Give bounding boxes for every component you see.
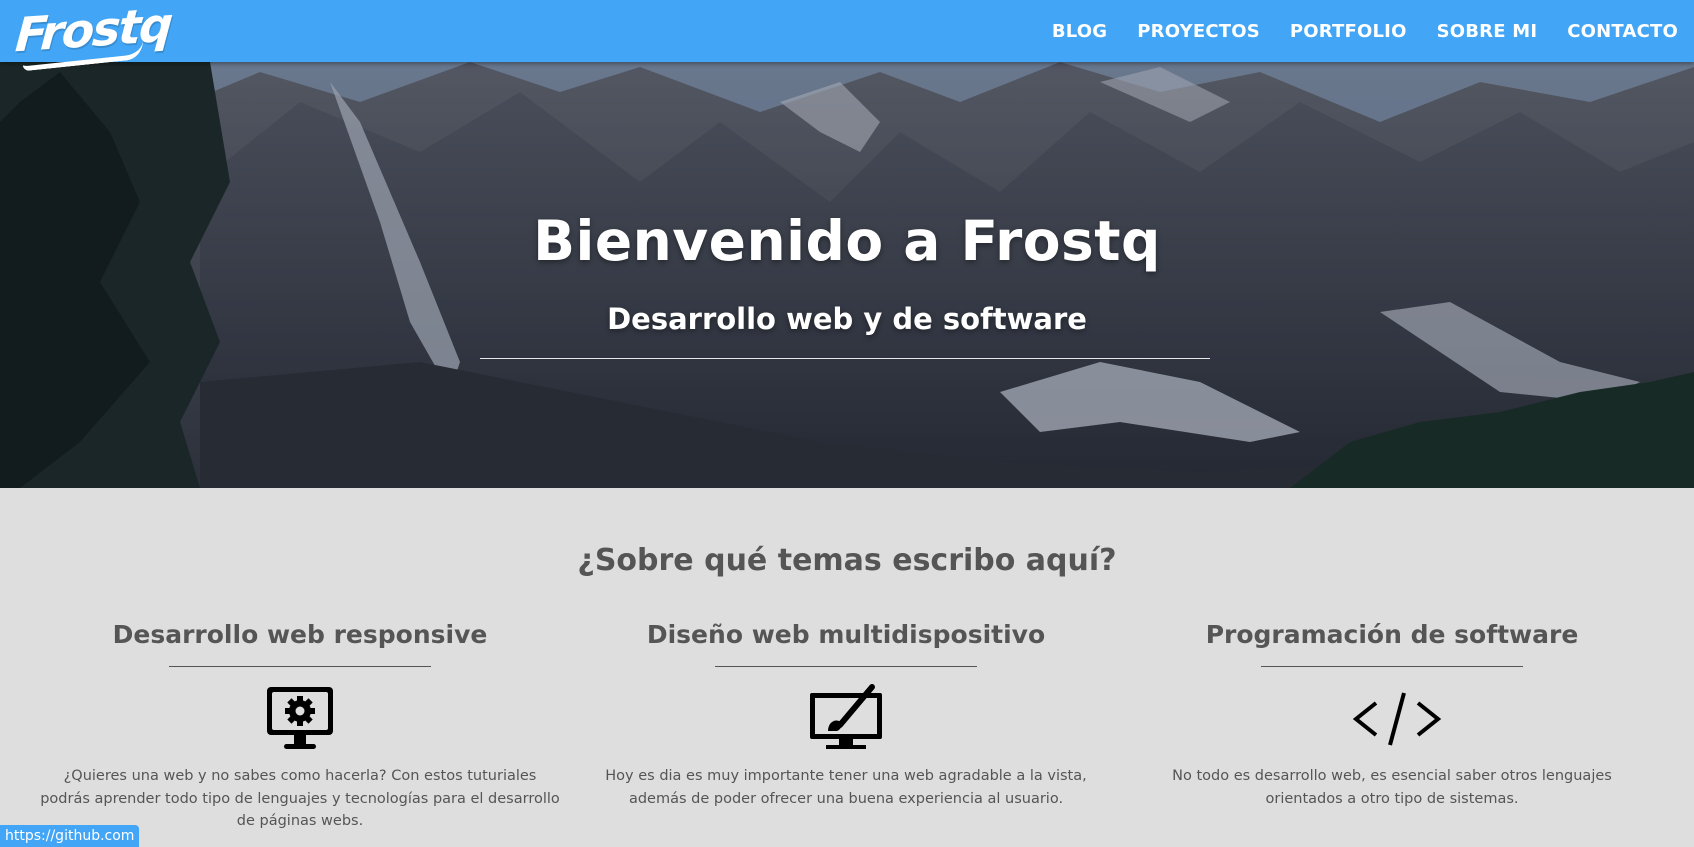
- monitor-gear-icon: [260, 683, 340, 753]
- topic-card-web-design: Diseño web multidispositivo Hoy es dia e…: [576, 617, 1116, 810]
- nav-item-blog[interactable]: BLOG: [1052, 21, 1107, 42]
- code-icon: [1352, 683, 1442, 753]
- topic-divider: [169, 666, 431, 667]
- topic-divider: [1261, 666, 1523, 667]
- link-status-url: https://github.com: [0, 825, 140, 847]
- section-title: ¿Sobre qué temas escribo aquí?: [577, 543, 1117, 578]
- hero-subtitle: Desarrollo web y de software: [607, 302, 1087, 336]
- hero-title: Bienvenido a Frostq: [533, 209, 1161, 273]
- topic-title: Diseño web multidispositivo: [646, 620, 1046, 649]
- topic-card-software: Programación de software No todo es desa…: [1122, 617, 1662, 810]
- topic-description: No todo es desarrollo web, es esencial s…: [1172, 768, 1612, 807]
- nav-item-proyectos[interactable]: PROYECTOS: [1137, 21, 1260, 42]
- topic-description: Hoy es dia es muy importante tener una w…: [605, 768, 1087, 807]
- monitor-brush-icon: [806, 683, 886, 753]
- site-header: Frostq BLOG PROYECTOS PORTFOLIO SOBRE MI…: [0, 0, 1694, 72]
- hero-divider: [480, 358, 1210, 359]
- topic-title: Programación de software: [1205, 620, 1579, 649]
- main-nav: BLOG PROYECTOS PORTFOLIO SOBRE MI CONTAC…: [1022, 0, 1678, 62]
- hero-banner: Bienvenido a Frostq Desarrollo web y de …: [0, 62, 1694, 488]
- topic-description: ¿Quieres una web y no sabes como hacerla…: [40, 768, 560, 829]
- nav-item-sobre-mi[interactable]: SOBRE MI: [1437, 21, 1538, 42]
- topic-title: Desarrollo web responsive: [112, 620, 488, 649]
- hero-overlay: [0, 62, 1694, 488]
- nav-item-contacto[interactable]: CONTACTO: [1567, 21, 1678, 42]
- topic-card-web-responsive: Desarrollo web responsive ¿Quieres una w…: [30, 617, 570, 833]
- topic-divider: [715, 666, 977, 667]
- nav-item-portfolio[interactable]: PORTFOLIO: [1290, 21, 1407, 42]
